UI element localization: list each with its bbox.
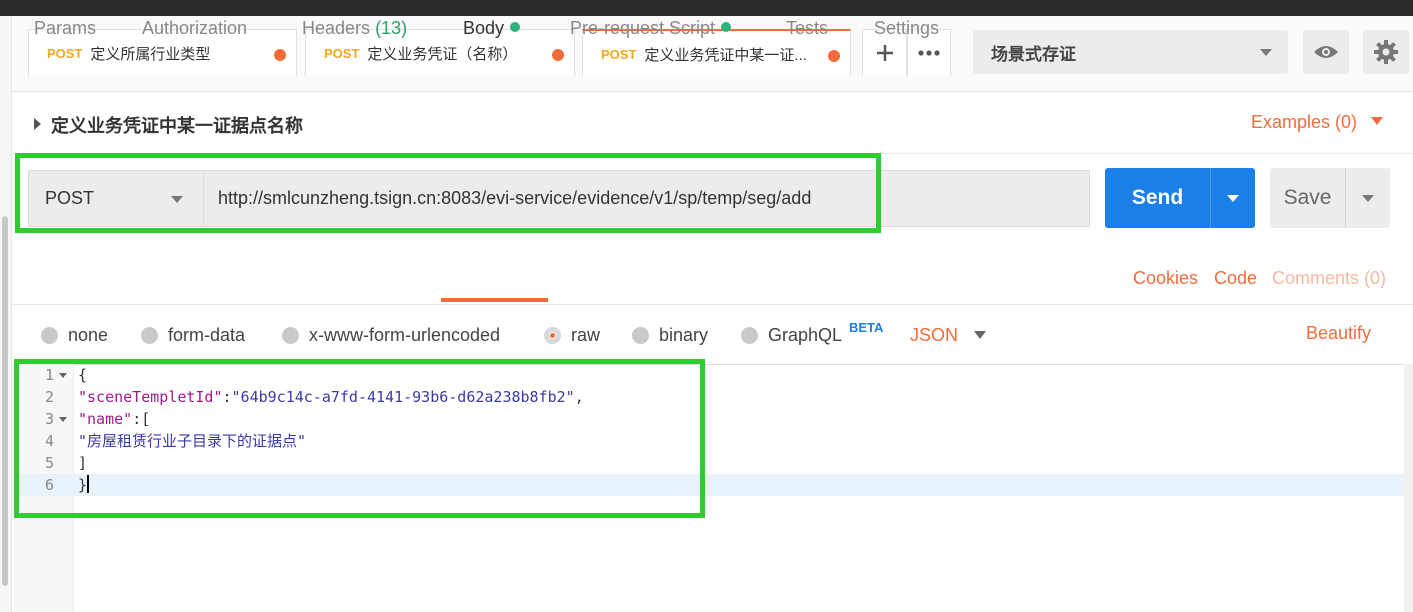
examples-label: Examples (0): [1250, 112, 1357, 132]
environment-quick-look-button[interactable]: [1303, 30, 1349, 74]
chevron-down-icon[interactable]: [974, 331, 986, 339]
send-options-button[interactable]: [1210, 168, 1255, 228]
annotation-box-body: [14, 359, 705, 518]
radio-label: GraphQL: [768, 325, 843, 345]
beta-badge: BETA: [849, 320, 884, 335]
tab-pre-request-label: Pre-request Script: [570, 18, 716, 38]
body-mode-graphql[interactable]: GraphQL: [741, 325, 842, 346]
annotation-box-url: [15, 153, 881, 233]
editor-scrollbar[interactable]: [1404, 364, 1413, 612]
send-button[interactable]: Send: [1105, 168, 1210, 228]
body-mode-raw[interactable]: raw: [544, 325, 600, 346]
tab-method: POST: [324, 45, 360, 61]
body-mode-binary[interactable]: binary: [632, 325, 708, 346]
radio-label: x-www-form-urlencoded: [309, 325, 501, 345]
chevron-down-icon: [1227, 194, 1239, 202]
chevron-down-icon: [1371, 117, 1383, 125]
radio-selected-icon: [544, 327, 561, 344]
eye-icon: [1314, 46, 1338, 58]
tab-name: 定义业务凭证中某一证...: [644, 46, 807, 64]
request-name-text: 定义业务凭证中某一证据点名称: [51, 116, 303, 136]
tab-headers[interactable]: Headers (13): [302, 18, 407, 39]
radio-label: none: [68, 325, 109, 345]
code-link[interactable]: Code: [1214, 268, 1257, 289]
tab-method: POST: [47, 45, 83, 61]
tab-params[interactable]: Params: [34, 18, 96, 39]
tab-pre-request-script[interactable]: Pre-request Script: [570, 18, 732, 39]
more-icon: [918, 50, 940, 56]
radio-icon: [41, 327, 58, 344]
beautify-link[interactable]: Beautify: [1306, 323, 1371, 344]
tab-body[interactable]: Body: [463, 18, 521, 39]
unsaved-dot-icon: [552, 49, 564, 61]
tab-method: POST: [601, 46, 637, 62]
environment-select[interactable]: 场景式存证: [973, 30, 1288, 74]
active-tab-underline: [441, 298, 548, 302]
tab-name: 定义业务凭证（名称）: [367, 45, 518, 63]
body-mode-none[interactable]: none: [41, 325, 108, 346]
request-section-tabs: [12, 250, 1413, 305]
unsaved-dot-icon: [828, 50, 840, 62]
environment-label: 场景式存证: [991, 44, 1076, 64]
body-mode-form-data[interactable]: form-data: [141, 325, 245, 346]
radio-label: raw: [571, 325, 601, 345]
radio-icon: [141, 327, 158, 344]
tab-tests[interactable]: Tests: [786, 18, 828, 39]
left-scrollbar[interactable]: [2, 216, 8, 586]
format-select[interactable]: JSON: [910, 325, 958, 346]
unsaved-dot-icon: [274, 49, 286, 61]
radio-icon: [632, 327, 649, 344]
radio-icon: [282, 327, 299, 344]
examples-dropdown[interactable]: Examples (0): [1251, 112, 1383, 133]
radio-label: binary: [659, 325, 709, 345]
save-button[interactable]: Save: [1270, 168, 1345, 228]
body-mode-urlencoded[interactable]: x-www-form-urlencoded: [282, 325, 500, 346]
status-dot-icon: [510, 22, 521, 32]
radio-icon: [741, 327, 758, 344]
save-options-button[interactable]: [1345, 168, 1390, 228]
chevron-down-icon: [1260, 49, 1272, 56]
plus-icon: [876, 45, 893, 61]
cookies-link[interactable]: Cookies: [1133, 268, 1198, 289]
caret-right-icon: [34, 118, 41, 130]
comments-link[interactable]: Comments (0): [1272, 268, 1386, 289]
request-name[interactable]: 定义业务凭证中某一证据点名称: [34, 112, 303, 138]
tab-name: 定义所属行业类型: [90, 45, 211, 63]
manage-environments-button[interactable]: [1363, 30, 1409, 74]
radio-label: form-data: [168, 325, 246, 345]
chevron-down-icon: [1362, 194, 1374, 202]
tab-headers-label: Headers: [302, 18, 371, 38]
tab-settings[interactable]: Settings: [874, 18, 939, 39]
window-top-bar: [0, 0, 1413, 16]
status-dot-icon: [721, 22, 732, 32]
left-sidebar-edge: [0, 16, 12, 612]
headers-count: (13): [375, 18, 408, 38]
request-name-row: 定义业务凭证中某一证据点名称 Examples (0): [12, 92, 1413, 154]
gear-icon: [1374, 40, 1398, 64]
tab-authorization[interactable]: Authorization: [142, 18, 247, 39]
tab-body-label: Body: [463, 18, 505, 38]
